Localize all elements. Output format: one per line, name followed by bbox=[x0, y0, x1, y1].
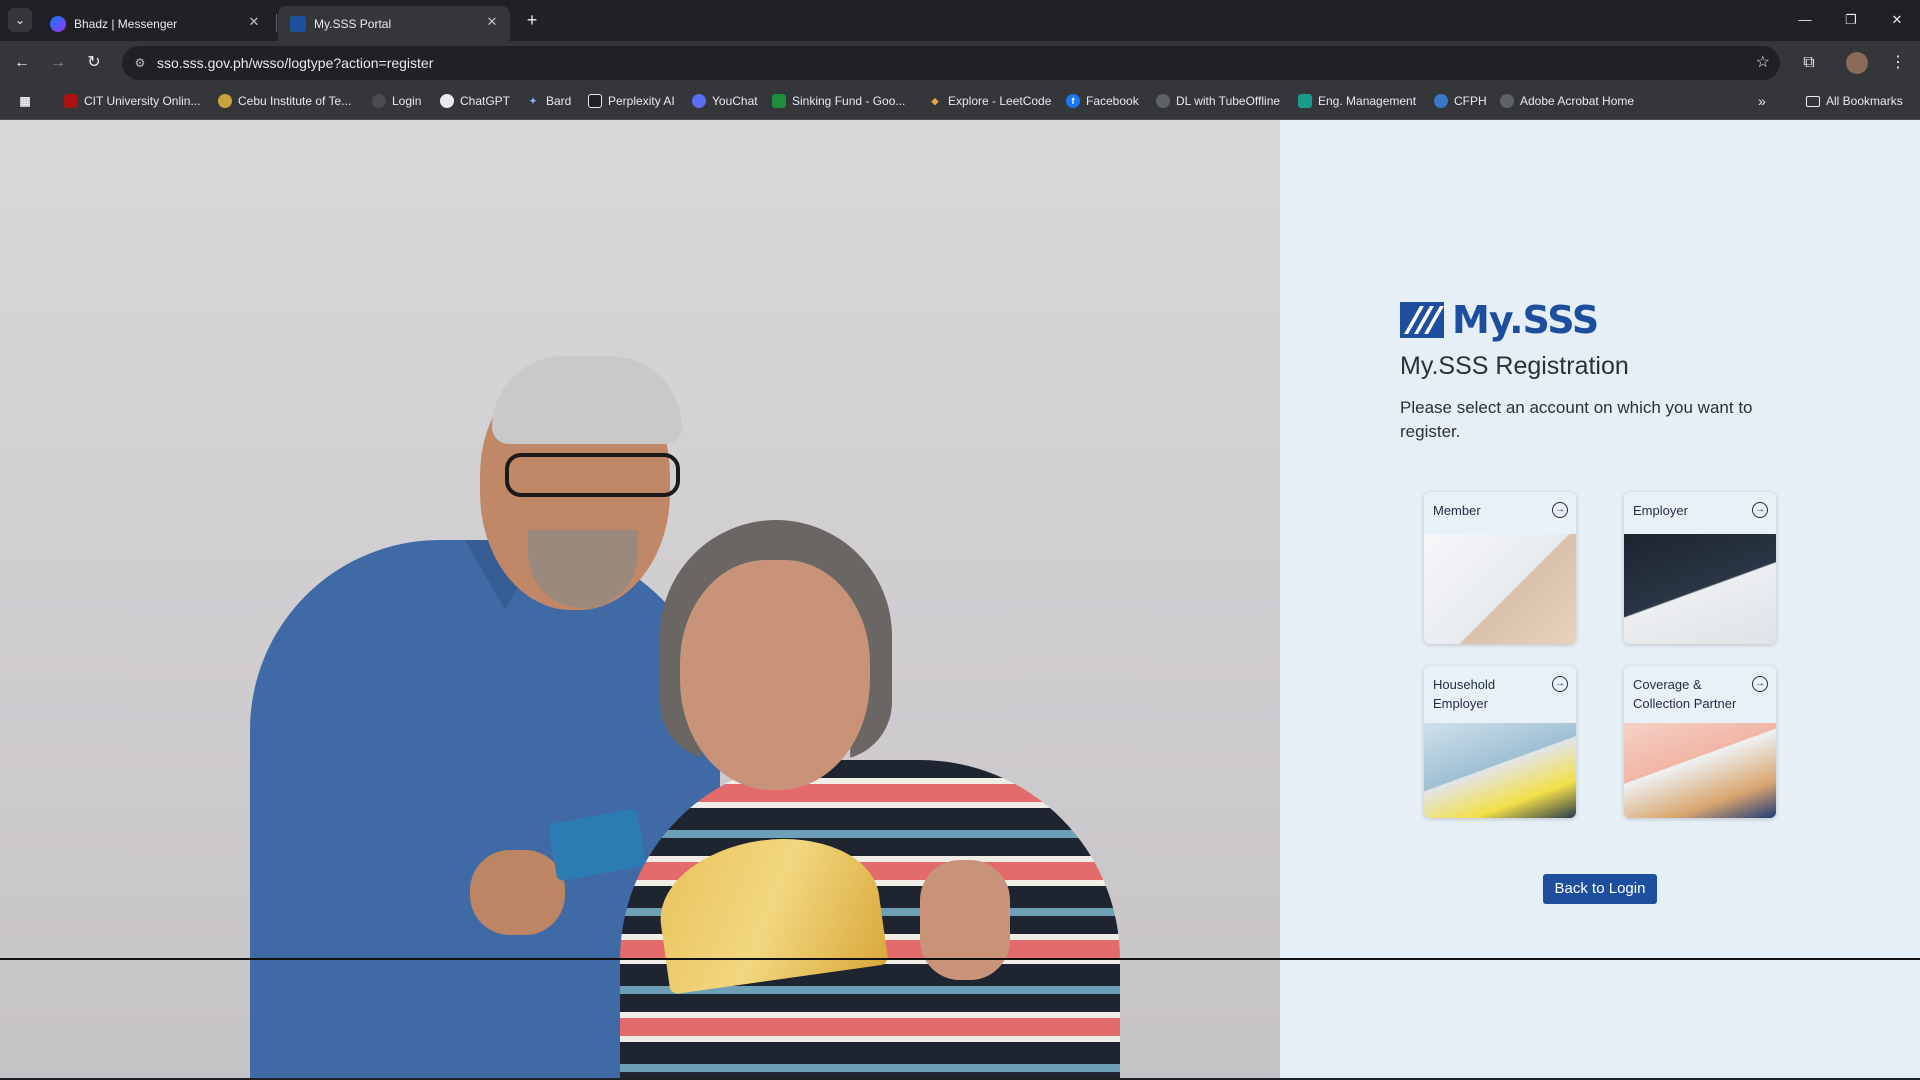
forward-icon[interactable]: → bbox=[44, 49, 72, 77]
arrow-right-circle-icon: → bbox=[1752, 502, 1768, 518]
minimize-button[interactable]: — bbox=[1782, 0, 1828, 40]
coverage-collection-partner-card[interactable]: Coverage & Collection Partner → bbox=[1624, 666, 1776, 818]
restore-button[interactable]: ❐ bbox=[1828, 0, 1874, 40]
facebook-icon: f bbox=[1066, 94, 1080, 108]
bookmark-item[interactable]: CIT University Onlin... bbox=[64, 91, 200, 111]
close-tab-icon[interactable]: ✕ bbox=[246, 14, 262, 30]
back-icon[interactable]: ← bbox=[8, 49, 36, 77]
bookmark-item[interactable]: Login bbox=[372, 91, 421, 111]
member-account-card[interactable]: Member → bbox=[1424, 492, 1576, 644]
address-bar[interactable]: ⚙ sso.sss.gov.ph/wsso/logtype?action=reg… bbox=[122, 46, 1780, 80]
employer-account-card[interactable]: Employer → bbox=[1624, 492, 1776, 644]
cleaning-image bbox=[1424, 723, 1576, 818]
bookmark-item[interactable]: YouChat bbox=[692, 91, 758, 111]
globe-icon bbox=[1156, 94, 1170, 108]
close-window-button[interactable]: ✕ bbox=[1874, 0, 1920, 40]
url-text: sso.sss.gov.ph/wsso/logtype?action=regis… bbox=[157, 55, 434, 71]
business-meeting-image bbox=[1624, 534, 1776, 644]
sss-logo: My.SSS bbox=[1400, 298, 1599, 342]
registration-panel bbox=[1280, 120, 1920, 1078]
household-employer-card[interactable]: Household Employer → bbox=[1424, 666, 1576, 818]
bard-icon: ✦ bbox=[529, 96, 537, 106]
signing-document-image bbox=[1424, 534, 1576, 644]
card-label: Member bbox=[1433, 503, 1481, 518]
bookmark-item[interactable]: Cebu Institute of Te... bbox=[218, 91, 351, 111]
window-bottom-edge bbox=[0, 958, 1920, 960]
bookmark-item[interactable]: Adobe Acrobat Home bbox=[1500, 91, 1634, 111]
all-bookmarks-folder[interactable]: All Bookmarks bbox=[1806, 91, 1903, 111]
perplexity-icon bbox=[588, 94, 602, 108]
profile-avatar[interactable] bbox=[1846, 52, 1868, 74]
bookmark-item[interactable]: ChatGPT bbox=[440, 91, 510, 111]
browser-toolbar: ← → ↻ ⚙ sso.sss.gov.ph/wsso/logtype?acti… bbox=[0, 41, 1920, 83]
tab-strip: ⌄ Bhadz | Messenger ✕ My.SSS Portal ✕ + … bbox=[0, 0, 1920, 41]
hero-photo bbox=[0, 120, 1280, 1078]
tab-messenger[interactable]: Bhadz | Messenger ✕ bbox=[38, 6, 272, 41]
tab-title: Bhadz | Messenger bbox=[74, 17, 178, 31]
more-bookmarks-chevron-icon[interactable]: » bbox=[1758, 91, 1766, 111]
chatgpt-icon bbox=[440, 94, 454, 108]
page-title: My.SSS Registration bbox=[1400, 352, 1629, 380]
new-tab-button[interactable]: + bbox=[520, 8, 544, 32]
folder-icon bbox=[1806, 95, 1820, 107]
extensions-icon[interactable]: ⧉ bbox=[1795, 49, 1823, 77]
bookmark-star-icon[interactable]: ☆ bbox=[1756, 52, 1770, 72]
login-icon bbox=[372, 94, 386, 108]
bookmarks-bar: ▦ CIT University Onlin... Cebu Institute… bbox=[0, 83, 1920, 120]
bookmark-item[interactable]: Sinking Fund - Goo... bbox=[772, 91, 905, 111]
bookmark-item[interactable]: DL with TubeOffline bbox=[1156, 91, 1280, 111]
reload-icon[interactable]: ↻ bbox=[80, 49, 108, 77]
tab-title: My.SSS Portal bbox=[314, 17, 392, 31]
messenger-icon bbox=[50, 16, 66, 32]
woman-head bbox=[680, 560, 870, 790]
handshake-image bbox=[1624, 723, 1776, 818]
globe-icon bbox=[1500, 94, 1514, 108]
instructions-text: Please select an account on which you wa… bbox=[1400, 398, 1753, 441]
leetcode-icon: ◆ bbox=[931, 96, 939, 106]
card-label: Household Employer bbox=[1433, 677, 1496, 711]
cit-seal-icon bbox=[218, 94, 232, 108]
cit-icon bbox=[64, 94, 78, 108]
site-info-icon[interactable]: ⚙ bbox=[130, 53, 150, 73]
card-label: Coverage & Collection Partner bbox=[1633, 677, 1737, 711]
classroom-icon bbox=[1298, 94, 1312, 108]
close-tab-icon[interactable]: ✕ bbox=[484, 14, 500, 30]
bookmark-item[interactable]: f Facebook bbox=[1066, 91, 1139, 111]
sheets-icon bbox=[772, 94, 786, 108]
sss-logo-mark-icon bbox=[1400, 302, 1444, 338]
apps-grid-icon[interactable]: ▦ bbox=[18, 91, 32, 111]
bookmark-item[interactable]: CFPH bbox=[1434, 91, 1487, 111]
arrow-right-circle-icon: → bbox=[1752, 676, 1768, 692]
brand-name: My.SSS bbox=[1452, 298, 1599, 342]
cfph-icon bbox=[1434, 94, 1448, 108]
bookmark-item[interactable]: Eng. Management bbox=[1298, 91, 1416, 111]
eyeglasses bbox=[505, 453, 680, 497]
tab-search-button[interactable]: ⌄ bbox=[8, 8, 32, 32]
bookmark-item[interactable]: Perplexity AI bbox=[588, 91, 675, 111]
tab-sss-portal[interactable]: My.SSS Portal ✕ bbox=[278, 6, 510, 41]
tab-separator bbox=[276, 14, 277, 32]
card-label: Employer bbox=[1633, 503, 1688, 518]
arrow-right-circle-icon: → bbox=[1552, 676, 1568, 692]
sss-icon bbox=[290, 16, 306, 32]
back-to-login-button[interactable]: Back to Login bbox=[1543, 874, 1657, 904]
youchat-icon bbox=[692, 94, 706, 108]
thumbs-up-hand bbox=[920, 860, 1010, 980]
arrow-right-circle-icon: → bbox=[1552, 502, 1568, 518]
bookmark-item[interactable]: ◆ Explore - LeetCode bbox=[928, 91, 1052, 111]
bookmark-item[interactable]: ✦ Bard bbox=[526, 91, 571, 111]
menu-kebab-icon[interactable]: ⋮ bbox=[1884, 49, 1912, 77]
